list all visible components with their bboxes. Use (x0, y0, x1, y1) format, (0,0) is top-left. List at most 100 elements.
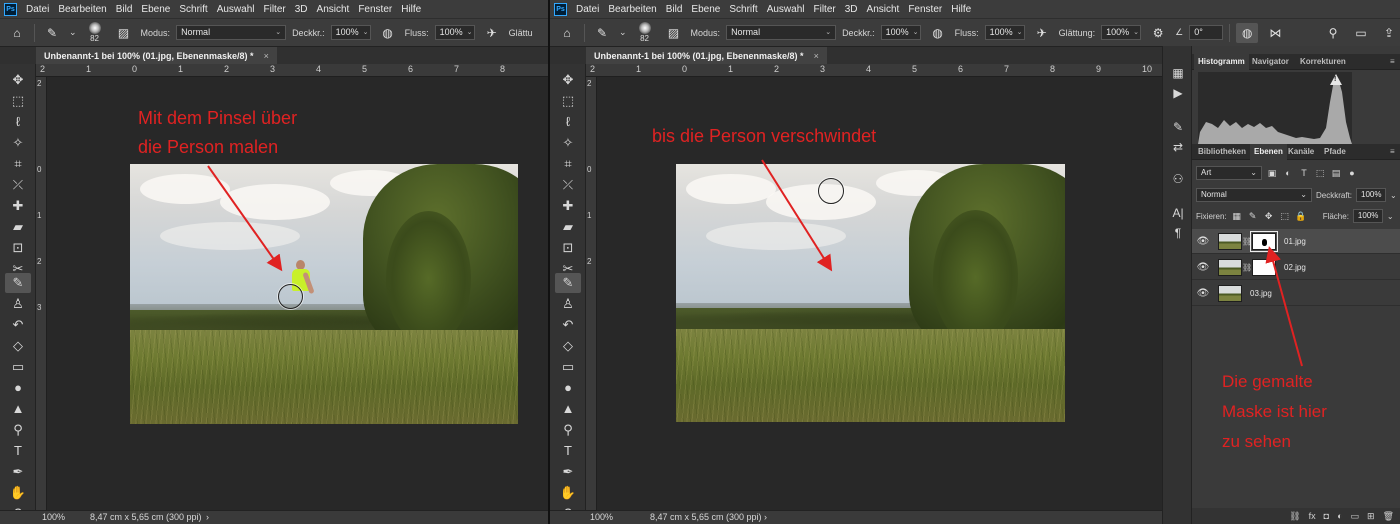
canvas-area[interactable] (48, 78, 548, 509)
workspace-icon[interactable]: ▭ (1350, 23, 1372, 43)
fill-field[interactable]: 100% (1352, 209, 1383, 223)
smoothing-field[interactable]: 100% ⌄ (1101, 25, 1142, 40)
brush-preset-picker[interactable]: 82 (83, 22, 107, 43)
gradient-tool-icon[interactable]: ▭ (5, 357, 31, 377)
layer-mask-thumbnail[interactable] (1252, 258, 1276, 276)
filter-adjust-icon[interactable]: ◐ (1282, 167, 1294, 179)
layer-row[interactable]: 👁 03.jpg (1192, 281, 1400, 306)
menu-bild[interactable]: Bild (666, 4, 683, 15)
mode-select[interactable]: Normal ⌄ (176, 25, 287, 40)
tab-kanaele[interactable]: Kanäle (1284, 144, 1318, 160)
filter-smart-icon[interactable]: ▤ (1330, 167, 1342, 179)
eye-icon[interactable]: 👁 (1192, 236, 1214, 247)
menu-hilfe[interactable]: Hilfe (401, 4, 421, 15)
blur-tool-icon[interactable]: ● (555, 378, 581, 398)
filter-type-icon[interactable]: T (1298, 167, 1310, 179)
layer-row[interactable]: 👁 ⛓ 02.jpg (1192, 255, 1400, 280)
magic-wand-icon[interactable]: ✧ (5, 133, 31, 153)
layer-opacity-field[interactable]: 100% (1356, 188, 1387, 202)
marquee-tool-icon[interactable]: ⬚ (5, 91, 31, 111)
document-image[interactable] (130, 164, 518, 424)
link-icon[interactable]: ⛓ (1242, 263, 1252, 272)
lock-move-icon[interactable]: ✥ (1263, 210, 1275, 222)
pen-tool-icon[interactable]: ✒ (555, 462, 581, 482)
chevron-down-icon[interactable]: ⌄ (1390, 191, 1397, 200)
brush-tool-icon[interactable]: ✎ (555, 273, 581, 293)
menu-filter[interactable]: Filter (264, 4, 286, 15)
close-icon[interactable]: × (814, 51, 819, 61)
group-icon[interactable]: ▭ (1351, 511, 1360, 522)
layer-mask-thumbnail[interactable] (1250, 230, 1278, 252)
layer-row[interactable]: 👁 ⛓ 01.jpg (1192, 229, 1400, 254)
flow-field[interactable]: 100% ⌄ (434, 25, 475, 40)
brush-panel-icon[interactable]: ✎ (1168, 118, 1188, 136)
tab-histogramm[interactable]: Histogramm (1194, 54, 1249, 70)
sharpen-tool-icon[interactable]: ▲ (555, 399, 581, 419)
bandage-icon[interactable]: ▰ (555, 217, 581, 237)
eye-icon[interactable]: 👁 (1192, 288, 1214, 299)
history-brush-icon[interactable]: ↶ (5, 315, 31, 335)
healing-brush-icon[interactable]: ✚ (555, 196, 581, 216)
pressure-opacity-icon[interactable]: ◍ (377, 23, 399, 43)
fx-button[interactable]: fx (1309, 511, 1316, 521)
menu-bild[interactable]: Bild (116, 4, 133, 15)
document-tab[interactable]: Unbenannt-1 bei 100% (01.jpg, Ebenenmask… (586, 47, 827, 65)
menu-auswahl[interactable]: Auswahl (217, 4, 255, 15)
history-brush-icon[interactable]: ↶ (555, 315, 581, 335)
add-mask-icon[interactable]: ◘ (1324, 511, 1329, 521)
hand-tool-icon[interactable]: ✋ (5, 483, 31, 503)
opacity-field[interactable]: 100% ⌄ (330, 25, 371, 40)
chevron-down-icon[interactable]: ⌄ (69, 27, 77, 38)
crop-tool-icon[interactable]: ⌗ (555, 154, 581, 174)
menu-auswahl[interactable]: Auswahl (767, 4, 805, 15)
menu-3d[interactable]: 3D (845, 4, 858, 15)
chevron-down-icon[interactable]: ⌄ (1387, 212, 1394, 221)
filter-pixel-icon[interactable]: ▣ (1266, 167, 1278, 179)
layer-thumbnail[interactable] (1218, 232, 1242, 250)
document-image[interactable] (676, 164, 1065, 422)
search-icon[interactable]: ⚲ (1322, 23, 1344, 43)
lasso-tool-icon[interactable]: ℓ (555, 112, 581, 132)
new-layer-icon[interactable]: ⊞ (1367, 511, 1375, 522)
lock-artboard-icon[interactable]: ⬚ (1279, 210, 1291, 222)
menu-datei[interactable]: Datei (26, 4, 49, 15)
layer-thumbnail[interactable] (1218, 258, 1242, 276)
chevron-right-icon[interactable]: › (206, 511, 209, 524)
link-layers-icon[interactable]: ⛓ (1289, 511, 1300, 522)
character-icon[interactable]: A| (1168, 204, 1188, 222)
panel-menu-icon[interactable]: ≡ (1386, 54, 1399, 70)
eyedropper-icon[interactable]: ⤫ (555, 175, 581, 195)
type-tool-icon[interactable]: T (555, 441, 581, 461)
stamp-tool-icon[interactable]: ♙ (555, 294, 581, 314)
home-icon[interactable]: ⌂ (556, 23, 578, 43)
lock-transparent-icon[interactable]: ▦ (1231, 210, 1243, 222)
airbrush-icon[interactable]: ✈ (1031, 23, 1053, 43)
gradient-tool-icon[interactable]: ▭ (555, 357, 581, 377)
dodge-tool-icon[interactable]: ⚲ (555, 420, 581, 440)
menu-fenster[interactable]: Fenster (908, 4, 942, 15)
patch-tool-icon[interactable]: ⊡ (5, 238, 31, 258)
mode-select[interactable]: Normal ⌄ (726, 25, 837, 40)
blur-tool-icon[interactable]: ● (5, 378, 31, 398)
layer-filter-select[interactable]: Art ⌄ (1196, 166, 1262, 180)
pressure-opacity-icon[interactable]: ◍ (927, 23, 949, 43)
lasso-tool-icon[interactable]: ℓ (5, 112, 31, 132)
share-icon[interactable]: ⇪ (1378, 23, 1400, 43)
patch-tool-icon[interactable]: ⊡ (555, 238, 581, 258)
paragraph-icon[interactable]: ¶ (1168, 224, 1188, 242)
tab-bibliotheken[interactable]: Bibliotheken (1194, 144, 1250, 160)
opacity-field[interactable]: 100% ⌄ (880, 25, 921, 40)
menu-3d[interactable]: 3D (295, 4, 308, 15)
flow-field[interactable]: 100% ⌄ (984, 25, 1025, 40)
zoom-level[interactable]: 100% (42, 511, 65, 524)
menu-schrift[interactable]: Schrift (179, 4, 207, 15)
bandage-icon[interactable]: ▰ (5, 217, 31, 237)
menu-ansicht[interactable]: Ansicht (867, 4, 900, 15)
healing-brush-icon[interactable]: ✚ (5, 196, 31, 216)
menu-ebene[interactable]: Ebene (691, 4, 720, 15)
symmetry-icon[interactable]: ⋈ (1264, 23, 1286, 43)
magic-wand-icon[interactable]: ✧ (555, 133, 581, 153)
layer-thumbnail[interactable] (1218, 284, 1242, 302)
eye-icon[interactable]: 👁 (1192, 262, 1214, 273)
marquee-tool-icon[interactable]: ⬚ (555, 91, 581, 111)
